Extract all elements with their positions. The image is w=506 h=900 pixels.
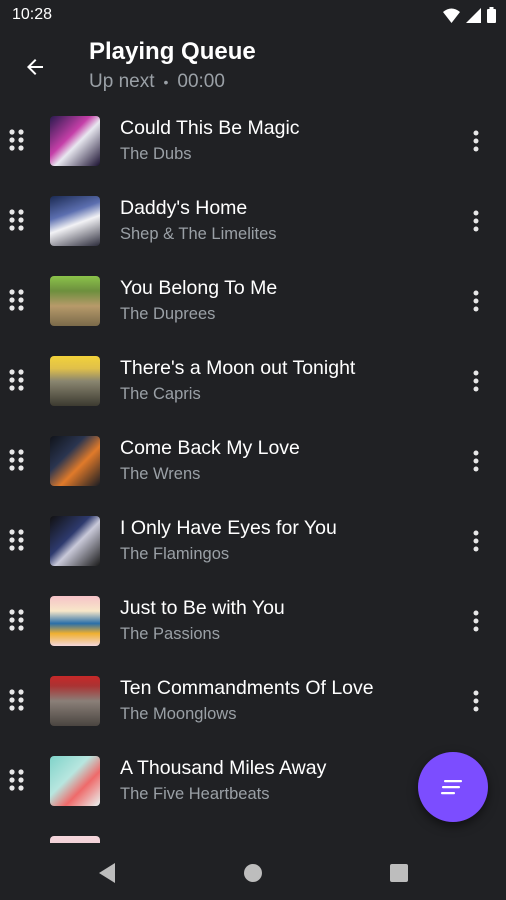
queue-duration: 00:00 bbox=[177, 71, 225, 92]
song-title: There's a Moon out Tonight bbox=[120, 357, 356, 379]
subtitle-separator: • bbox=[163, 74, 169, 90]
album-art bbox=[50, 436, 100, 486]
status-icons bbox=[443, 7, 496, 23]
song-artist: The Flamingos bbox=[120, 545, 230, 563]
signal-icon bbox=[466, 7, 481, 23]
drag-handle-icon[interactable] bbox=[7, 764, 27, 796]
app-bar: Playing Queue Up next • 00:00 bbox=[0, 32, 506, 104]
status-bar: 10:28 bbox=[0, 0, 506, 32]
up-next-label: Up next bbox=[89, 71, 155, 92]
song-title: I Only Have Eyes for You bbox=[120, 517, 337, 539]
queue-fab-button[interactable] bbox=[418, 752, 488, 822]
nav-home-button[interactable] bbox=[235, 855, 271, 891]
queue-item[interactable]: Just to Be with You The Passions bbox=[0, 580, 506, 660]
drag-handle-icon[interactable] bbox=[7, 124, 27, 156]
queue-list-icon bbox=[441, 780, 462, 795]
page-title: Playing Queue bbox=[89, 38, 256, 65]
drag-handle-icon[interactable] bbox=[7, 604, 27, 636]
more-vert-icon[interactable] bbox=[464, 364, 488, 398]
song-title: Ten Commandments Of Love bbox=[120, 677, 374, 699]
song-artist: Shep & The Limelites bbox=[120, 225, 277, 243]
queue-list[interactable]: Could This Be Magic The Dubs Daddy's Hom… bbox=[0, 98, 506, 843]
song-artist: The Wrens bbox=[120, 465, 201, 483]
song-title: Come Back My Love bbox=[120, 437, 300, 459]
album-art bbox=[50, 356, 100, 406]
more-vert-icon[interactable] bbox=[464, 604, 488, 638]
more-vert-icon[interactable] bbox=[464, 204, 488, 238]
more-vert-icon[interactable] bbox=[464, 284, 488, 318]
drag-handle-icon[interactable] bbox=[7, 364, 27, 396]
queue-item[interactable]: Daddy's Home Shep & The Limelites bbox=[0, 180, 506, 260]
song-artist: The Capris bbox=[120, 385, 201, 403]
drag-handle-icon[interactable] bbox=[7, 524, 27, 556]
song-title: Daddy's Home bbox=[120, 197, 248, 219]
song-title: You Belong To Me bbox=[120, 277, 278, 299]
drag-handle-icon[interactable] bbox=[7, 204, 27, 236]
square-recents-icon bbox=[390, 864, 408, 882]
nav-back-button[interactable] bbox=[89, 855, 125, 891]
album-art bbox=[50, 836, 100, 843]
album-art bbox=[50, 596, 100, 646]
drag-handle-icon[interactable] bbox=[7, 284, 27, 316]
triangle-back-icon bbox=[99, 863, 115, 883]
more-vert-icon[interactable] bbox=[464, 684, 488, 718]
song-title: A Thousand Miles Away bbox=[120, 757, 327, 779]
battery-icon bbox=[487, 7, 496, 23]
more-vert-icon[interactable] bbox=[464, 524, 488, 558]
album-art bbox=[50, 196, 100, 246]
drag-handle-icon[interactable] bbox=[7, 444, 27, 476]
nav-recents-button[interactable] bbox=[381, 855, 417, 891]
status-time: 10:28 bbox=[12, 6, 53, 23]
wifi-icon bbox=[443, 8, 460, 23]
song-artist: The Five Heartbeats bbox=[120, 785, 270, 803]
song-artist: The Duprees bbox=[120, 305, 216, 323]
queue-item[interactable]: I Only Have Eyes for You The Flamingos bbox=[0, 500, 506, 580]
circle-home-icon bbox=[244, 864, 262, 882]
queue-subtitle: Up next • 00:00 bbox=[89, 71, 225, 93]
drag-handle-icon[interactable] bbox=[7, 684, 27, 716]
arrow-back-icon bbox=[27, 59, 43, 75]
song-title: Just to Be with You bbox=[120, 597, 285, 619]
album-art bbox=[50, 756, 100, 806]
album-art bbox=[50, 276, 100, 326]
song-artist: The Dubs bbox=[120, 145, 192, 163]
album-art bbox=[50, 676, 100, 726]
system-nav-bar bbox=[0, 843, 506, 900]
album-art bbox=[50, 516, 100, 566]
back-button[interactable] bbox=[14, 46, 56, 88]
song-artist: The Moonglows bbox=[120, 705, 237, 723]
queue-item[interactable]: You Belong To Me The Duprees bbox=[0, 260, 506, 340]
more-vert-icon[interactable] bbox=[464, 124, 488, 158]
song-title: Could This Be Magic bbox=[120, 117, 300, 139]
queue-item[interactable]: There's a Moon out Tonight The Capris bbox=[0, 340, 506, 420]
queue-item[interactable] bbox=[0, 820, 506, 843]
album-art bbox=[50, 116, 100, 166]
queue-item[interactable]: Come Back My Love The Wrens bbox=[0, 420, 506, 500]
queue-item[interactable]: Could This Be Magic The Dubs bbox=[0, 100, 506, 180]
more-vert-icon[interactable] bbox=[464, 444, 488, 478]
song-artist: The Passions bbox=[120, 625, 220, 643]
queue-item[interactable]: Ten Commandments Of Love The Moonglows bbox=[0, 660, 506, 740]
